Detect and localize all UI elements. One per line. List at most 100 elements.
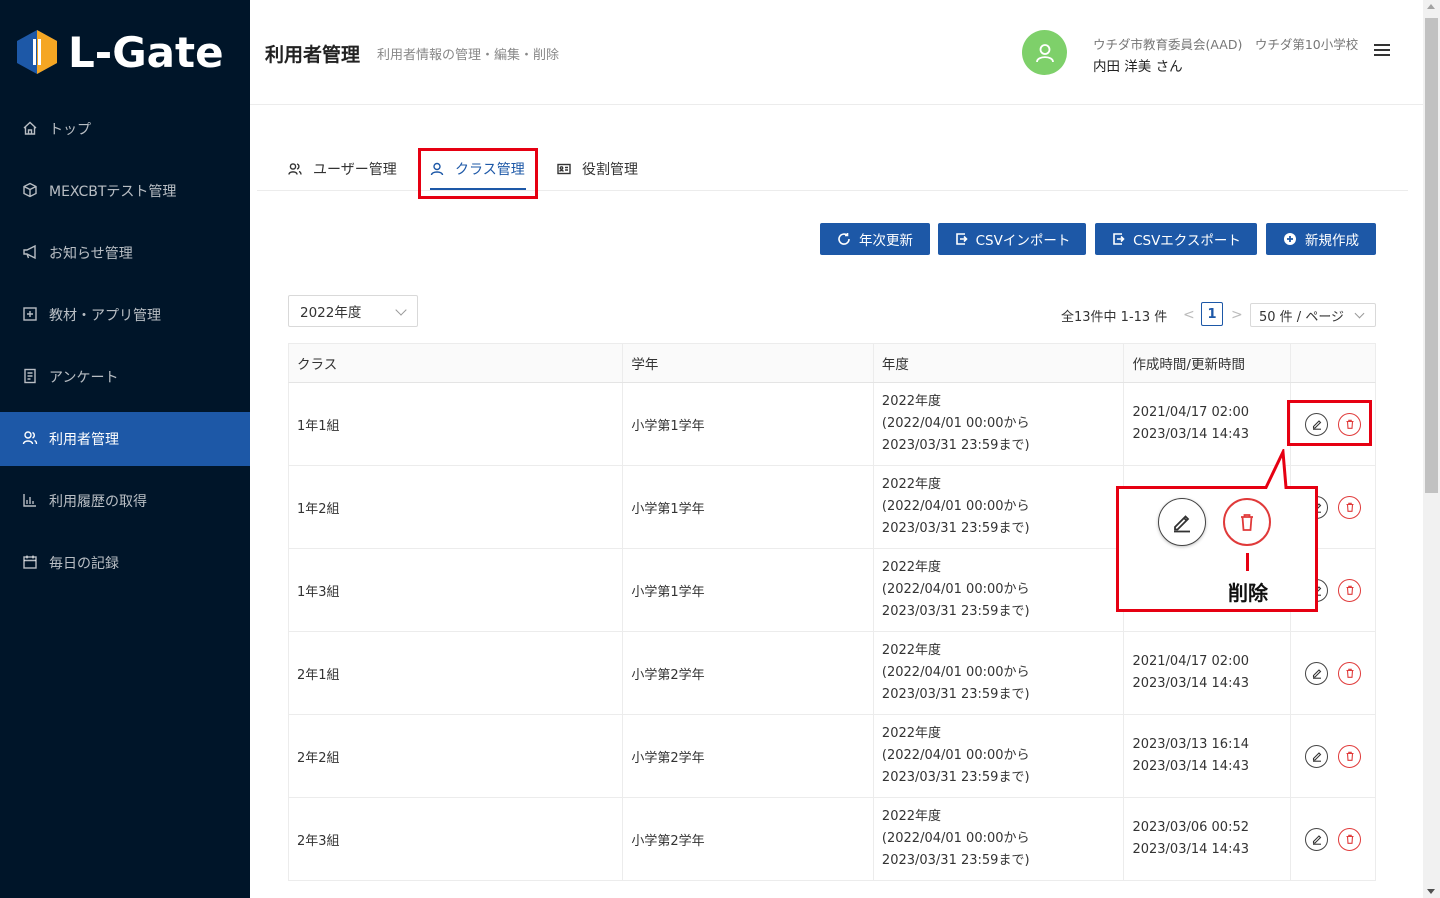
cell-class: 1年2組	[289, 466, 624, 548]
created-time: 2023/03/06 00:52	[1132, 820, 1249, 835]
trash-icon	[1344, 501, 1356, 513]
page-title: 利用者管理	[265, 44, 361, 66]
delete-button[interactable]	[1338, 827, 1362, 851]
scroll-up-arrow-icon[interactable]	[1427, 4, 1435, 9]
annual-update-button[interactable]: 年次更新	[820, 223, 930, 255]
delete-button[interactable]	[1338, 578, 1362, 602]
class-table: クラス 学年 年度 作成時間/更新時間 1年1組 小学第1学年 2022年度 (202…	[288, 343, 1376, 881]
cell-year: 2022年度 (2022/04/01 00:00から 2023/03/31 23:5…	[874, 715, 1125, 797]
updated-time: 2023/03/14 14:43	[1132, 676, 1249, 691]
cell-class: 2年3組	[289, 798, 624, 880]
class-name: 2年3組	[297, 833, 340, 849]
chevron-down-icon	[395, 304, 407, 316]
cell-grade: 小学第1学年	[623, 549, 874, 631]
page-number-button[interactable]: 1	[1201, 302, 1223, 326]
table-header: クラス 学年 年度 作成時間/更新時間	[288, 343, 1376, 383]
delete-button[interactable]	[1338, 744, 1362, 768]
sidebar-item-survey[interactable]: アンケート	[0, 350, 250, 404]
cell-grade: 小学第2学年	[623, 715, 874, 797]
create-new-button[interactable]: 新規作成	[1266, 223, 1376, 255]
scrollbar[interactable]	[1423, 0, 1440, 898]
previous-page-button[interactable]: <	[1183, 307, 1195, 323]
tab-label: ユーザー管理	[313, 161, 397, 178]
table-row: 2年3組 小学第2学年 2022年度 (2022/04/01 00:00から 2023/…	[288, 798, 1376, 881]
updated-time: 2023/03/14 14:43	[1132, 759, 1249, 774]
trash-icon	[1241, 514, 1253, 531]
year-start: (2022/04/01 00:00から	[881, 748, 1030, 763]
year-end: 2023/03/31 23:59まで)	[881, 521, 1030, 536]
edit-button[interactable]	[1305, 744, 1329, 768]
users-icon	[288, 162, 302, 175]
page-size-select[interactable]: 50 件 / ページ	[1250, 303, 1376, 327]
sidebar-item-label: 教材・アプリ管理	[49, 308, 161, 324]
cube-icon	[22, 182, 40, 200]
year-label: 2022年度	[881, 643, 942, 658]
year-start: (2022/04/01 00:00から	[881, 665, 1030, 680]
sidebar-item-daily-record[interactable]: 毎日の記録	[0, 536, 250, 590]
csv-export-button[interactable]: CSVエクスポート	[1095, 223, 1257, 255]
pencil-icon	[1311, 667, 1323, 679]
year-label: 2022年度	[881, 477, 942, 492]
export-icon	[1113, 233, 1125, 245]
column-header-grade: 学年	[623, 344, 874, 382]
updated-time: 2023/03/14 14:43	[1132, 427, 1249, 442]
delete-button[interactable]	[1338, 661, 1362, 685]
logo-text: L-Gate	[68, 27, 224, 77]
sidebar-item-label: 毎日の記録	[49, 556, 119, 572]
edit-button[interactable]	[1305, 661, 1329, 685]
bar-chart-icon	[22, 492, 40, 510]
button-label: CSVエクスポート	[1133, 233, 1241, 249]
cell-year: 2022年度 (2022/04/01 00:00から 2023/03/31 23:5…	[874, 798, 1125, 880]
organization-name: ウチダ市教育委員会(AAD) ウチダ第10小学校	[1093, 37, 1359, 52]
year-end: 2023/03/31 23:59まで)	[881, 770, 1030, 785]
grade-name: 小学第1学年	[631, 501, 705, 517]
button-label: 新規作成	[1305, 233, 1359, 249]
sidebar-item-materials[interactable]: 教材・アプリ管理	[0, 288, 250, 342]
year-label: 2022年度	[881, 560, 942, 575]
logo[interactable]: L-Gate	[16, 27, 224, 77]
cell-actions	[1291, 798, 1375, 880]
sidebar-item-user-management[interactable]: 利用者管理	[0, 412, 250, 466]
next-page-button[interactable]: >	[1231, 307, 1243, 323]
sidebar-item-usage-history[interactable]: 利用履歴の取得	[0, 474, 250, 528]
total-count: 全13件中 1-13 件	[1061, 310, 1168, 325]
cell-timestamps: 2023/03/13 16:14 2023/03/14 14:43	[1124, 715, 1292, 797]
cell-grade: 小学第1学年	[623, 383, 874, 465]
sidebar-item-notices[interactable]: お知らせ管理	[0, 226, 250, 280]
grade-name: 小学第2学年	[631, 667, 705, 683]
hamburger-menu-icon[interactable]	[1374, 44, 1390, 60]
edit-button-enlarged	[1158, 498, 1206, 546]
scroll-down-arrow-icon[interactable]	[1427, 889, 1435, 894]
scrollbar-thumb[interactable]	[1425, 18, 1438, 493]
cell-actions	[1291, 715, 1375, 797]
delete-button[interactable]	[1338, 495, 1362, 519]
year-select-value: 2022年度	[300, 305, 362, 321]
tab-user-management[interactable]: ユーザー管理	[288, 147, 397, 190]
year-end: 2023/03/31 23:59まで)	[881, 438, 1030, 453]
year-start: (2022/04/01 00:00から	[881, 416, 1030, 431]
trash-icon	[1344, 833, 1356, 845]
home-icon	[22, 120, 40, 138]
csv-import-button[interactable]: CSVインポート	[938, 223, 1086, 255]
cell-year: 2022年度 (2022/04/01 00:00から 2023/03/31 23:5…	[874, 383, 1125, 465]
class-name: 2年1組	[297, 667, 340, 683]
user-name: 内田 洋美 さん	[1093, 59, 1183, 75]
sidebar-item-top[interactable]: トップ	[0, 102, 250, 156]
survey-icon	[22, 368, 40, 386]
tab-role-management[interactable]: 役割管理	[557, 147, 638, 190]
calendar-icon	[22, 554, 40, 572]
sidebar: L-Gate トップ MEXCBTテスト管理 お知らせ管理 教材・アプリ管理 ア…	[0, 0, 250, 898]
avatar[interactable]	[1022, 30, 1067, 75]
cell-grade: 小学第2学年	[623, 798, 874, 880]
cell-year: 2022年度 (2022/04/01 00:00から 2023/03/31 23:5…	[874, 632, 1125, 714]
sidebar-nav: トップ MEXCBTテスト管理 お知らせ管理 教材・アプリ管理 アンケート 利用…	[0, 102, 250, 598]
tab-highlight-annotation	[418, 148, 538, 199]
sidebar-item-mexcbt[interactable]: MEXCBTテスト管理	[0, 164, 250, 218]
sidebar-item-label: お知らせ管理	[49, 246, 133, 262]
edit-button[interactable]	[1305, 827, 1329, 851]
year-start: (2022/04/01 00:00から	[881, 582, 1030, 597]
id-card-icon	[557, 163, 571, 174]
year-select[interactable]: 2022年度	[288, 295, 418, 327]
cell-year: 2022年度 (2022/04/01 00:00から 2023/03/31 23:5…	[874, 466, 1125, 548]
column-header-timestamps: 作成時間/更新時間	[1124, 344, 1292, 382]
